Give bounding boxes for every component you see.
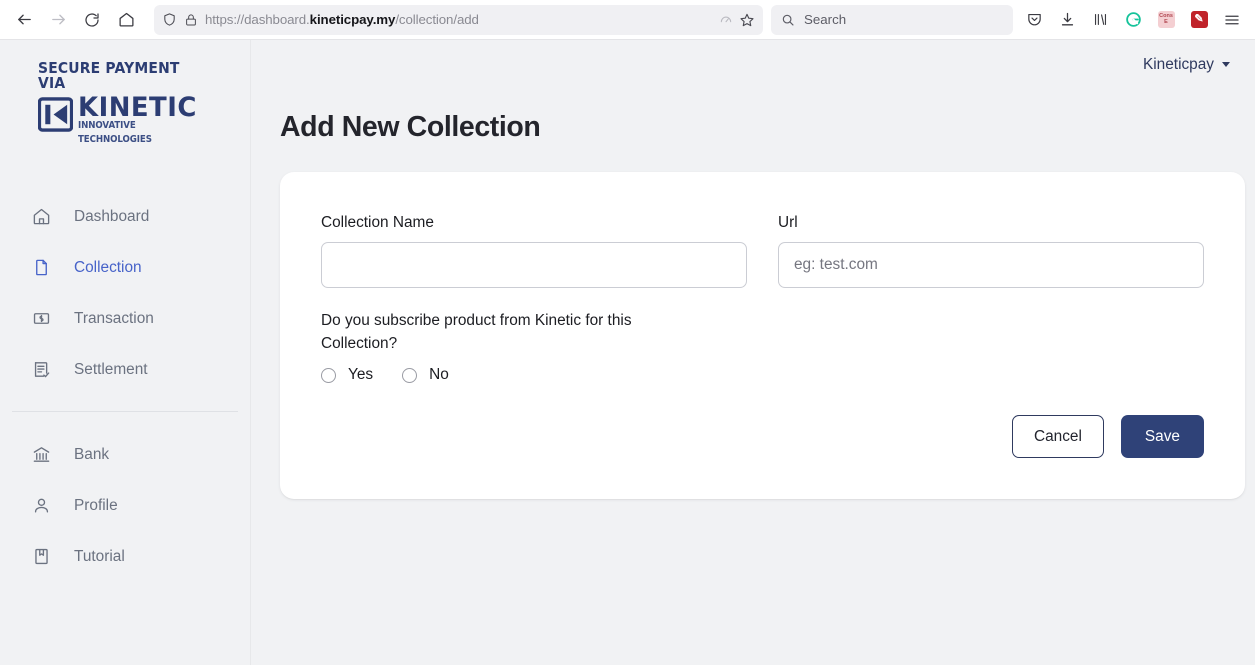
url-input[interactable] xyxy=(778,242,1204,288)
save-button[interactable]: Save xyxy=(1120,415,1204,459)
shield-icon xyxy=(164,13,175,26)
reload-icon xyxy=(85,12,99,27)
form-row-top: Collection Name Url xyxy=(321,214,1204,288)
user-menu-label: Kineticpay xyxy=(1142,55,1214,73)
sidebar-item-profile[interactable]: Profile xyxy=(0,480,250,531)
home-button[interactable] xyxy=(110,4,142,36)
home-icon xyxy=(118,12,134,27)
address-bar[interactable]: https://dashboard.kineticpay.my/collecti… xyxy=(154,4,763,35)
download-icon xyxy=(1061,12,1073,26)
radio-label-no: No xyxy=(429,366,449,384)
back-button[interactable] xyxy=(8,4,40,36)
search-icon xyxy=(782,14,794,26)
library-button[interactable] xyxy=(1085,5,1115,35)
app-shell: SECURE PAYMENT VIA KINETIC INNOVATIVE TE… xyxy=(0,40,1255,665)
logo-tagline: SECURE PAYMENT VIA xyxy=(38,60,180,92)
address-bar-actions xyxy=(719,12,755,28)
page-title: Add New Collection xyxy=(280,111,541,143)
radio-circle-no[interactable] xyxy=(402,367,418,383)
sidebar-item-transaction[interactable]: Transaction xyxy=(0,293,250,344)
collection-name-label: Collection Name xyxy=(321,214,434,231)
browser-menu-button[interactable] xyxy=(1217,5,1247,35)
search-bar[interactable]: Search xyxy=(771,4,1013,35)
cons-extension-badge: Cons E xyxy=(1157,11,1175,28)
arrow-right-icon xyxy=(51,14,65,25)
browser-toolbar: https://dashboard.kineticpay.my/collecti… xyxy=(0,0,1255,40)
library-icon xyxy=(1094,13,1106,26)
radio-label-yes: Yes xyxy=(348,366,374,384)
browser-nav-buttons xyxy=(8,4,142,36)
forward-button[interactable] xyxy=(42,4,74,36)
main-content: Kineticpay Add New Collection Collection… xyxy=(251,40,1255,665)
bank-icon xyxy=(31,445,51,465)
brand-logo: SECURE PAYMENT VIA KINETIC INNOVATIVE TE… xyxy=(0,60,250,147)
logo-brand: KINETIC xyxy=(78,91,197,123)
grammarly-button[interactable] xyxy=(1118,5,1148,35)
url-group: Url xyxy=(778,214,1204,288)
collection-name-group: Collection Name xyxy=(321,214,747,288)
url-text: https://dashboard.kineticpay.my/collecti… xyxy=(205,12,712,27)
downloads-button[interactable] xyxy=(1052,5,1082,35)
sidebar: SECURE PAYMENT VIA KINETIC INNOVATIVE TE… xyxy=(0,40,251,665)
sidebar-nav-secondary: Bank Profile Tutorial xyxy=(0,429,250,582)
search-placeholder: Search xyxy=(804,12,847,27)
sidebar-item-label: Bank xyxy=(74,445,110,463)
url-suffix: /collection/add xyxy=(395,12,479,27)
cons-extension-button[interactable]: Cons E xyxy=(1151,5,1181,35)
url-domain: kineticpay.my xyxy=(309,12,396,27)
url-label: Url xyxy=(778,214,798,231)
logo-subtitle: INNOVATIVE TECHNOLOGIES xyxy=(78,120,152,146)
home-icon xyxy=(31,207,51,227)
pocket-button[interactable] xyxy=(1019,5,1049,35)
cancel-button[interactable]: Cancel xyxy=(1011,415,1104,459)
chevron-down-icon xyxy=(1222,62,1230,67)
add-collection-card: Collection Name Url Do you subscribe pro… xyxy=(280,172,1245,499)
sidebar-item-tutorial[interactable]: Tutorial xyxy=(0,531,250,582)
sidebar-item-collection[interactable]: Collection xyxy=(0,242,250,293)
receipt-check-icon xyxy=(31,360,51,380)
book-icon xyxy=(31,547,51,567)
form-actions: Cancel Save xyxy=(321,415,1204,459)
reader-mode-icon[interactable] xyxy=(719,13,733,27)
sidebar-nav-primary: Dashboard Collection Transaction Settlem… xyxy=(0,191,250,395)
user-icon xyxy=(31,496,51,516)
kinetic-logo-icon xyxy=(37,96,74,132)
radio-circle-yes[interactable] xyxy=(321,367,336,383)
wand-icon: ✎ xyxy=(1190,11,1208,28)
grammarly-icon xyxy=(1125,12,1141,27)
sidebar-item-label: Tutorial xyxy=(74,547,125,565)
document-icon xyxy=(31,258,51,278)
collection-name-input[interactable] xyxy=(321,242,747,288)
lock-icon xyxy=(186,13,196,25)
reload-button[interactable] xyxy=(76,4,108,36)
radio-option-no[interactable]: No xyxy=(402,366,449,384)
sidebar-item-label: Transaction xyxy=(74,309,154,327)
sidebar-item-label: Dashboard xyxy=(74,207,150,225)
user-menu-dropdown[interactable]: Kineticpay xyxy=(1143,56,1230,74)
sidebar-item-label: Profile xyxy=(74,496,118,514)
radio-option-yes[interactable]: Yes xyxy=(321,366,373,384)
url-prefix: https://dashboard. xyxy=(205,12,310,27)
kinetic-k-mark-icon xyxy=(37,96,74,137)
pocket-icon xyxy=(1027,13,1041,26)
subscribe-radio-group: Yes No xyxy=(321,366,1204,384)
money-icon xyxy=(31,309,51,329)
hamburger-menu-icon xyxy=(1225,15,1239,24)
sidebar-item-bank[interactable]: Bank xyxy=(0,429,250,480)
sidebar-item-settlement[interactable]: Settlement xyxy=(0,344,250,395)
extension-icons: Cons E ✎ xyxy=(1019,5,1247,35)
arrow-left-icon xyxy=(17,14,31,25)
sidebar-item-dashboard[interactable]: Dashboard xyxy=(0,191,250,242)
sidebar-item-label: Settlement xyxy=(74,360,148,378)
subscribe-question: Do you subscribe product from Kinetic fo… xyxy=(321,312,632,353)
sidebar-divider xyxy=(12,411,238,413)
star-icon[interactable] xyxy=(739,12,755,28)
sidebar-item-label: Collection xyxy=(74,258,142,276)
wand-extension-button[interactable]: ✎ xyxy=(1184,5,1214,35)
top-bar: Kineticpay xyxy=(251,40,1255,89)
